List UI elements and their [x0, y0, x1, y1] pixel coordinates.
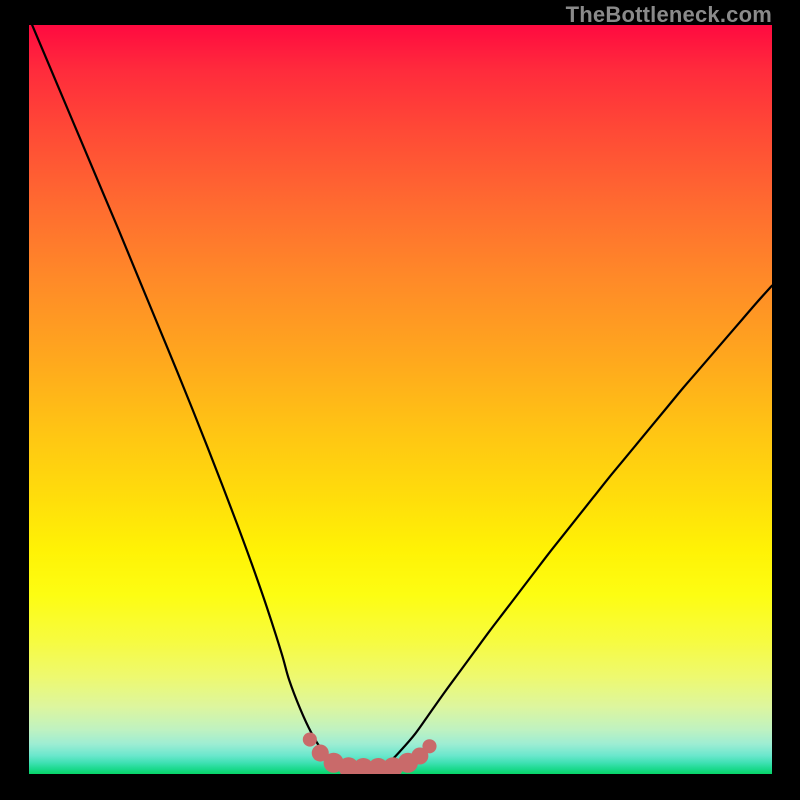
bottleneck-curve	[29, 25, 772, 770]
marker-group	[303, 732, 437, 774]
chart-overlay	[29, 25, 772, 774]
marker-dot	[422, 739, 436, 753]
marker-dot	[303, 732, 317, 746]
chart-frame: TheBottleneck.com	[0, 0, 800, 800]
watermark-text: TheBottleneck.com	[566, 2, 772, 28]
plot-area	[29, 25, 772, 774]
